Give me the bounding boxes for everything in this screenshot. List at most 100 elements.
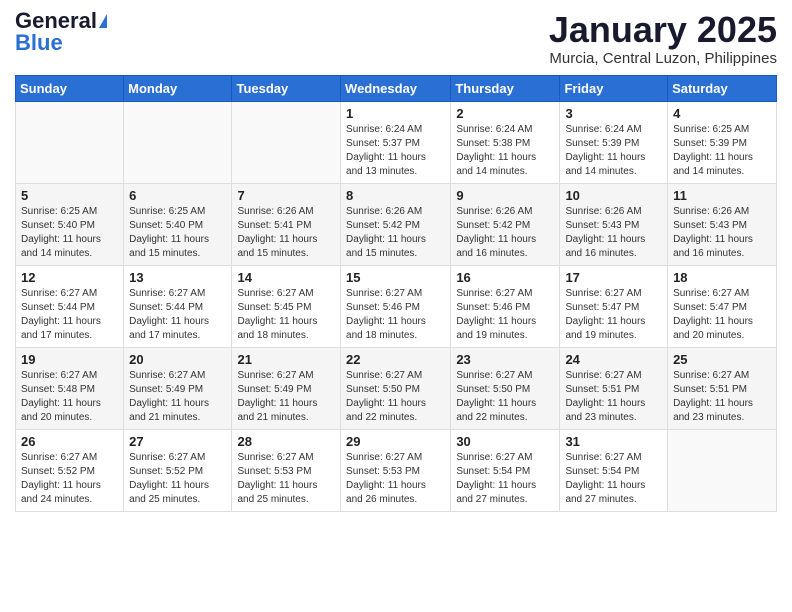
day-number: 1 [346,106,445,121]
day-info: Sunrise: 6:27 AM Sunset: 5:53 PM Dayligh… [237,451,335,507]
day-info: Sunrise: 6:26 AM Sunset: 5:43 PM Dayligh… [565,205,662,261]
calendar-header-wednesday: Wednesday [341,75,451,101]
day-info: Sunrise: 6:27 AM Sunset: 5:46 PM Dayligh… [346,287,445,343]
calendar-cell: 18Sunrise: 6:27 AM Sunset: 5:47 PM Dayli… [668,265,777,347]
day-info: Sunrise: 6:27 AM Sunset: 5:51 PM Dayligh… [565,369,662,425]
calendar-cell: 4 Sunrise: 6:25 AM Sunset: 5:39 PM Daylig… [668,101,777,183]
calendar-week-row: 26 Sunrise: 6:27 AM Sunset: 5:52 PM Dayli… [16,429,777,511]
day-number: 16 [456,270,554,285]
calendar-cell: 31 Sunrise: 6:27 AM Sunset: 5:54 PM Dayli… [560,429,668,511]
logo-triangle-icon [99,14,107,28]
calendar-cell: 14 Sunrise: 6:27 AM Sunset: 5:45 PM Dayli… [232,265,341,347]
calendar-cell: 16 Sunrise: 6:27 AM Sunset: 5:46 PM Dayli… [451,265,560,347]
day-number: 31 [565,434,662,449]
day-number: 21 [237,352,335,367]
page-location: Murcia, Central Luzon, Philippines [549,50,777,67]
calendar-cell: 21Sunrise: 6:27 AM Sunset: 5:49 PM Dayli… [232,347,341,429]
day-info: Sunrise: 6:25 AM Sunset: 5:39 PM Dayligh… [673,123,771,179]
calendar-cell: 28 Sunrise: 6:27 AM Sunset: 5:53 PM Dayli… [232,429,341,511]
day-info: Sunrise: 6:27 AM Sunset: 5:52 PM Dayligh… [21,451,118,507]
day-number: 27 [129,434,226,449]
day-info: Sunrise: 6:27 AM Sunset: 5:44 PM Dayligh… [21,287,118,343]
day-number: 15 [346,270,445,285]
calendar-header-tuesday: Tuesday [232,75,341,101]
calendar-header-saturday: Saturday [668,75,777,101]
calendar-cell: 7 Sunrise: 6:26 AM Sunset: 5:41 PM Daylig… [232,183,341,265]
day-info: Sunrise: 6:27 AM Sunset: 5:44 PM Dayligh… [129,287,226,343]
calendar-cell: 10 Sunrise: 6:26 AM Sunset: 5:43 PM Dayli… [560,183,668,265]
calendar-header-row: SundayMondayTuesdayWednesdayThursdayFrid… [16,75,777,101]
day-number: 8 [346,188,445,203]
calendar-cell: 8 Sunrise: 6:26 AM Sunset: 5:42 PM Daylig… [341,183,451,265]
logo-general: General [15,10,97,32]
day-info: Sunrise: 6:27 AM Sunset: 5:54 PM Dayligh… [565,451,662,507]
calendar-cell: 2Sunrise: 6:24 AM Sunset: 5:38 PM Daylig… [451,101,560,183]
day-number: 24 [565,352,662,367]
day-info: Sunrise: 6:25 AM Sunset: 5:40 PM Dayligh… [21,205,118,261]
day-number: 18 [673,270,771,285]
day-number: 10 [565,188,662,203]
day-info: Sunrise: 6:27 AM Sunset: 5:50 PM Dayligh… [346,369,445,425]
day-number: 2 [456,106,554,121]
day-info: Sunrise: 6:26 AM Sunset: 5:42 PM Dayligh… [346,205,445,261]
calendar-cell [16,101,124,183]
day-number: 11 [673,188,771,203]
day-number: 30 [456,434,554,449]
day-info: Sunrise: 6:27 AM Sunset: 5:45 PM Dayligh… [237,287,335,343]
day-info: Sunrise: 6:27 AM Sunset: 5:47 PM Dayligh… [565,287,662,343]
day-number: 22 [346,352,445,367]
calendar-table: SundayMondayTuesdayWednesdayThursdayFrid… [15,75,777,512]
day-info: Sunrise: 6:27 AM Sunset: 5:53 PM Dayligh… [346,451,445,507]
day-number: 19 [21,352,118,367]
header: General Blue January 2025 Murcia, Centra… [15,10,777,67]
calendar-header-monday: Monday [124,75,232,101]
calendar-cell: 22 Sunrise: 6:27 AM Sunset: 5:50 PM Dayli… [341,347,451,429]
day-info: Sunrise: 6:27 AM Sunset: 5:46 PM Dayligh… [456,287,554,343]
calendar-cell: 15 Sunrise: 6:27 AM Sunset: 5:46 PM Dayli… [341,265,451,347]
day-info: Sunrise: 6:27 AM Sunset: 5:54 PM Dayligh… [456,451,554,507]
day-info: Sunrise: 6:25 AM Sunset: 5:40 PM Dayligh… [129,205,226,261]
day-number: 7 [237,188,335,203]
day-number: 6 [129,188,226,203]
day-number: 14 [237,270,335,285]
calendar-cell: 5Sunrise: 6:25 AM Sunset: 5:40 PM Daylig… [16,183,124,265]
calendar-week-row: 1Sunrise: 6:24 AM Sunset: 5:37 PM Daylig… [16,101,777,183]
day-info: Sunrise: 6:24 AM Sunset: 5:39 PM Dayligh… [565,123,662,179]
calendar-cell: 26 Sunrise: 6:27 AM Sunset: 5:52 PM Dayli… [16,429,124,511]
page-title: January 2025 [549,10,777,50]
day-number: 9 [456,188,554,203]
calendar-cell: 17 Sunrise: 6:27 AM Sunset: 5:47 PM Dayli… [560,265,668,347]
title-block: January 2025 Murcia, Central Luzon, Phil… [549,10,777,67]
calendar-header-friday: Friday [560,75,668,101]
calendar-cell: 23 Sunrise: 6:27 AM Sunset: 5:50 PM Dayli… [451,347,560,429]
page-container: General Blue January 2025 Murcia, Centra… [0,0,792,522]
calendar-cell: 29Sunrise: 6:27 AM Sunset: 5:53 PM Dayli… [341,429,451,511]
calendar-header-sunday: Sunday [16,75,124,101]
calendar-cell [232,101,341,183]
day-info: Sunrise: 6:26 AM Sunset: 5:43 PM Dayligh… [673,205,771,261]
calendar-cell: 3 Sunrise: 6:24 AM Sunset: 5:39 PM Daylig… [560,101,668,183]
day-number: 3 [565,106,662,121]
day-info: Sunrise: 6:27 AM Sunset: 5:50 PM Dayligh… [456,369,554,425]
day-number: 26 [21,434,118,449]
calendar-cell: 24 Sunrise: 6:27 AM Sunset: 5:51 PM Dayli… [560,347,668,429]
calendar-cell: 9 Sunrise: 6:26 AM Sunset: 5:42 PM Daylig… [451,183,560,265]
calendar-cell: 12 Sunrise: 6:27 AM Sunset: 5:44 PM Dayli… [16,265,124,347]
day-number: 17 [565,270,662,285]
calendar-week-row: 19Sunrise: 6:27 AM Sunset: 5:48 PM Dayli… [16,347,777,429]
day-number: 23 [456,352,554,367]
day-number: 25 [673,352,771,367]
calendar-cell: 20Sunrise: 6:27 AM Sunset: 5:49 PM Dayli… [124,347,232,429]
day-number: 12 [21,270,118,285]
calendar-week-row: 5Sunrise: 6:25 AM Sunset: 5:40 PM Daylig… [16,183,777,265]
calendar-cell: 1Sunrise: 6:24 AM Sunset: 5:37 PM Daylig… [341,101,451,183]
day-number: 4 [673,106,771,121]
day-info: Sunrise: 6:26 AM Sunset: 5:41 PM Dayligh… [237,205,335,261]
calendar-cell: 13Sunrise: 6:27 AM Sunset: 5:44 PM Dayli… [124,265,232,347]
day-info: Sunrise: 6:26 AM Sunset: 5:42 PM Dayligh… [456,205,554,261]
day-number: 20 [129,352,226,367]
calendar-cell: 6 Sunrise: 6:25 AM Sunset: 5:40 PM Daylig… [124,183,232,265]
day-number: 28 [237,434,335,449]
logo: General Blue [15,10,107,54]
calendar-week-row: 12 Sunrise: 6:27 AM Sunset: 5:44 PM Dayli… [16,265,777,347]
